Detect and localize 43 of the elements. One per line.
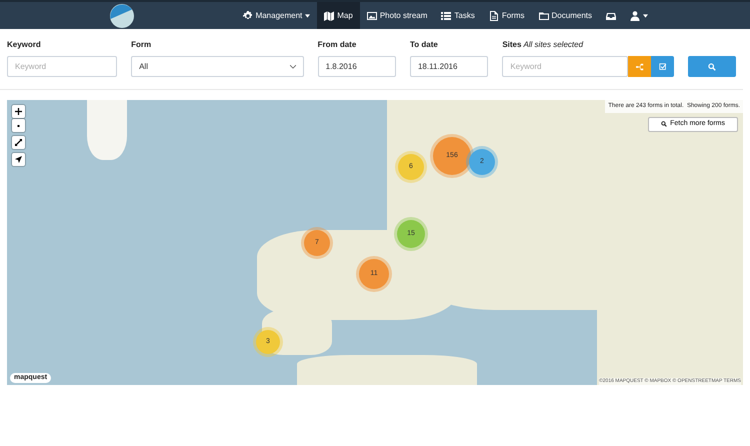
form-select[interactable]: All	[131, 56, 304, 77]
sites-field[interactable]: Keyword	[502, 56, 628, 77]
field-label: Form	[131, 39, 152, 51]
logo-icon	[110, 4, 134, 28]
fullscreen-button[interactable]	[12, 136, 25, 149]
checkbox-icon	[658, 62, 667, 70]
chevron-down-icon	[290, 64, 296, 68]
caret-icon	[643, 14, 648, 18]
date-field[interactable]: 18.11.2016	[410, 56, 488, 77]
select-all-button[interactable]	[651, 56, 674, 77]
picture-icon	[366, 10, 377, 20]
hierarchy-icon	[636, 62, 644, 70]
list-icon	[441, 10, 452, 20]
nav-link[interactable]: Documents	[532, 2, 599, 29]
gear-icon	[242, 10, 253, 20]
expand-icon	[15, 139, 22, 146]
nav-link[interactable]: Map	[317, 2, 360, 29]
inbox-icon	[606, 10, 616, 20]
keyword-field[interactable]: Keyword	[7, 56, 118, 77]
nav-link[interactable]: Management	[236, 2, 318, 29]
field-label: From date	[318, 39, 358, 51]
folder-icon	[538, 10, 549, 20]
search-button[interactable]	[688, 56, 736, 77]
nav-link[interactable]: Forms	[482, 2, 532, 29]
plus-icon	[15, 108, 22, 115]
locate-button[interactable]	[12, 153, 25, 166]
sites-note: All sites selected	[523, 39, 584, 51]
location-arrow-icon	[15, 156, 22, 163]
zoom-out-button[interactable]	[12, 119, 25, 132]
document-icon	[488, 10, 499, 20]
user-icon	[630, 10, 640, 20]
nav-link[interactable]: Tasks	[434, 2, 482, 29]
date-field[interactable]: 1.8.2016	[318, 56, 396, 77]
map-icon	[324, 10, 334, 20]
hierarchy-button[interactable]	[628, 56, 652, 77]
field-label: Keyword	[7, 39, 42, 51]
field-label: To date	[410, 39, 439, 51]
nav-link[interactable]: Photo stream	[360, 2, 434, 29]
zoom-in-button[interactable]	[12, 105, 25, 118]
search-icon	[661, 121, 668, 128]
caret-icon	[305, 14, 310, 18]
field-label: Sites	[502, 39, 522, 51]
search-icon	[708, 62, 716, 70]
